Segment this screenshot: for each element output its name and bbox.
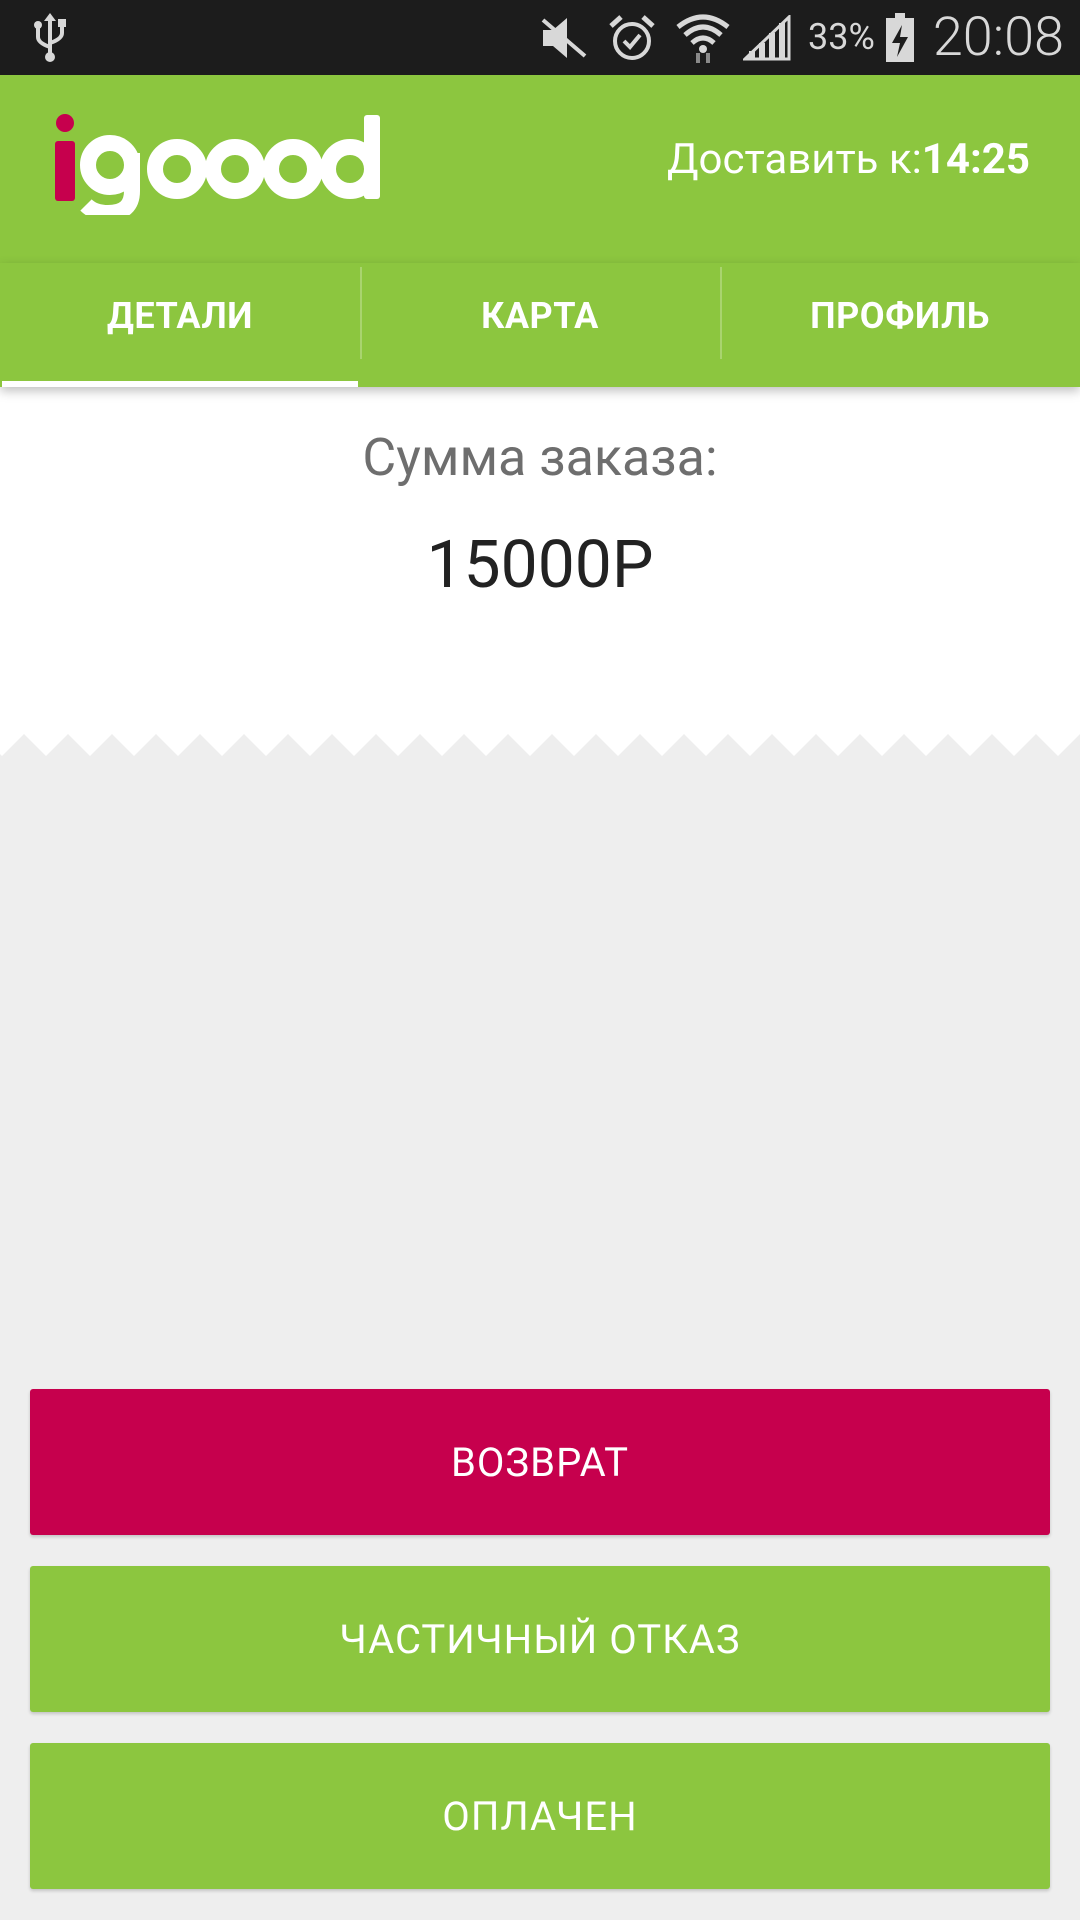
paid-button[interactable]: ОПЛАЧЕН [30, 1743, 1050, 1889]
signal-icon [740, 12, 794, 64]
tab-details-label: ДЕТАЛИ [107, 295, 253, 337]
partial-refusal-button-label: ЧАСТИЧНЫЙ ОТКАЗ [339, 1615, 741, 1663]
app-header: Доставить к:14:25 [0, 75, 1080, 263]
return-button-label: ВОЗВРАТ [450, 1438, 630, 1486]
alarm-icon [604, 12, 660, 64]
tab-map-label: КАРТА [481, 295, 599, 337]
order-total-label: Сумма заказа: [362, 427, 718, 488]
partial-refusal-button[interactable]: ЧАСТИЧНЫЙ ОТКАЗ [30, 1566, 1050, 1712]
usb-icon [28, 12, 72, 64]
delivery-label: Доставить к: [666, 135, 922, 184]
wifi-icon [672, 12, 734, 64]
tab-details[interactable]: ДЕТАЛИ [0, 263, 360, 387]
status-bar: 33% 20:08 [0, 0, 1080, 75]
tab-map[interactable]: КАРТА [360, 263, 720, 387]
tab-profile[interactable]: ПРОФИЛЬ [720, 263, 1080, 387]
igooods-logo [55, 114, 380, 215]
battery-percent: 33% [808, 16, 875, 58]
return-button[interactable]: ВОЗВРАТ [30, 1389, 1050, 1535]
order-total-amount: 15000Р [426, 527, 654, 604]
order-summary-card: Сумма заказа: 15000Р [0, 387, 1080, 756]
delivery-time-value: 14:25 [921, 135, 1030, 184]
paid-button-label: ОПЛАЧЕН [442, 1792, 638, 1840]
status-time: 20:08 [932, 6, 1064, 69]
tab-bar: ДЕТАЛИ КАРТА ПРОФИЛЬ [0, 263, 1080, 387]
delivery-time: Доставить к:14:25 [667, 135, 1030, 184]
battery-icon [882, 12, 918, 64]
tab-profile-label: ПРОФИЛЬ [810, 295, 990, 337]
receipt-zigzag-edge [0, 729, 1080, 756]
mute-icon [536, 12, 592, 64]
